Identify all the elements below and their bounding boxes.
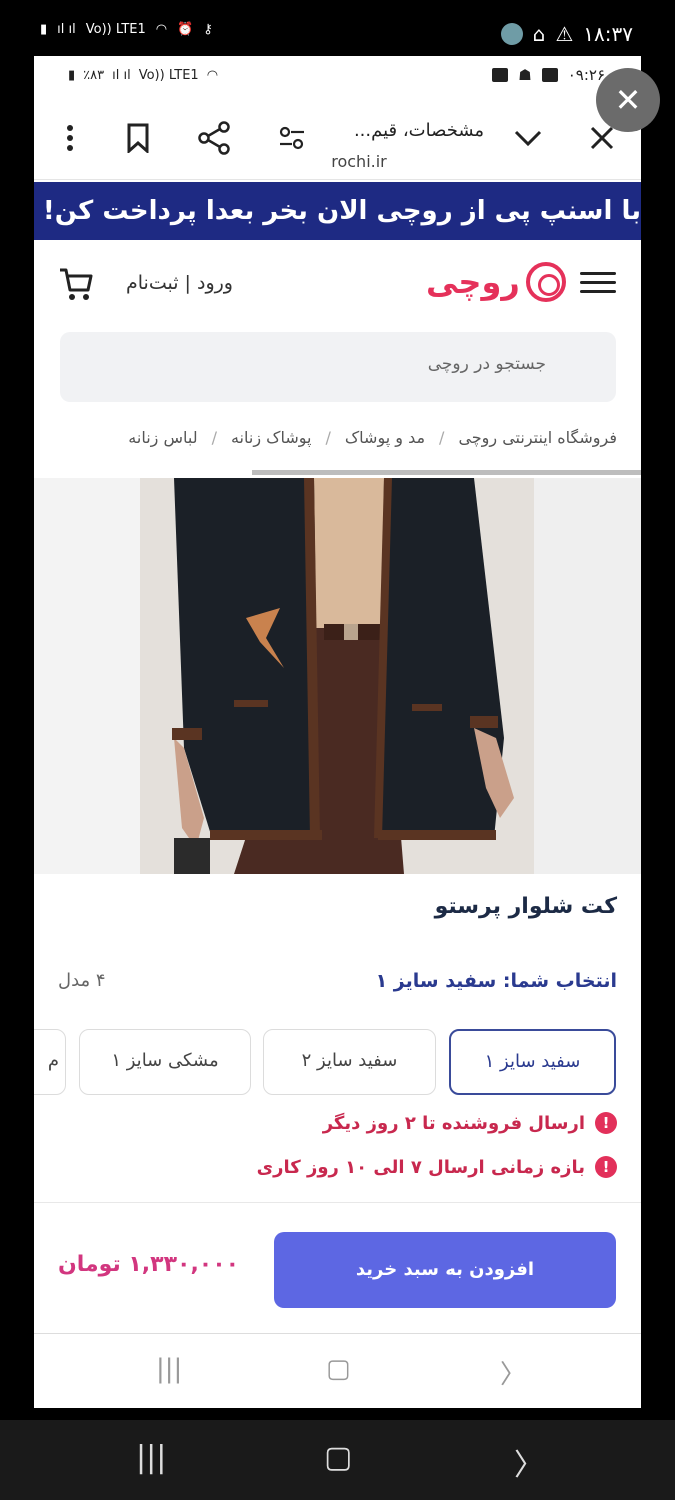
info-alert-icon: ! (595, 1112, 617, 1134)
inner-clock: ۰۹:۲۶ (567, 66, 605, 84)
close-overlay-button[interactable]: ✕ (596, 68, 660, 132)
site-header: روچی ورود | ثبت‌نام (34, 252, 641, 324)
page-settings-button[interactable] (272, 118, 312, 158)
snapchat-icon: ☗ (518, 66, 532, 84)
logo-text: روچی (426, 263, 520, 301)
warning-icon: ⚠ (555, 22, 574, 46)
shipping-window-text: بازه زمانی ارسال ۷ الی ۱۰ روز کاری (256, 1156, 585, 1178)
outer-status-right: ⌂ ⚠ ۱۸:۳۷ (500, 22, 633, 46)
close-icon (590, 126, 614, 150)
selected-variant-label: انتخاب شما: سفید سایز ۱ (375, 970, 617, 992)
recent-apps-button[interactable]: ||| (156, 1354, 182, 1384)
promo-banner[interactable]: با اسنپ پی از روچی الان بخر بعدا پرداخت … (34, 182, 641, 240)
outer-status-bar: ▮ ıl ıl Vo)) LTE1 ◠ ⏰ ⚷ ⌂ ⚠ ۱۸:۳۷ (0, 0, 675, 56)
breadcrumb-item[interactable]: مد و پوشاک (345, 428, 425, 447)
divider (34, 1202, 641, 1203)
network-label: Vo)) LTE1 (85, 22, 146, 37)
kebab-icon (67, 125, 73, 151)
page-title: مشخصات، قیم... (353, 120, 485, 141)
breadcrumb-separator: / (439, 428, 445, 447)
site-logo[interactable]: روچی (426, 262, 566, 302)
variant-option[interactable]: مشکی سایز ۱ (79, 1029, 251, 1095)
inner-status-left: ▮ ٪۸۳ ıl ıl Vo)) LTE1 ◠ (68, 68, 218, 83)
wifi-icon: ◠ (155, 22, 168, 37)
model-count: ۴ مدل (58, 970, 106, 991)
cart-button[interactable] (58, 266, 94, 306)
home-button[interactable]: ▢ (326, 1354, 351, 1384)
alarm-icon: ⏰ (177, 22, 194, 37)
more-menu-button[interactable] (50, 118, 90, 158)
outer-clock: ۱۸:۳۷ (583, 22, 633, 46)
screenshot-frame: ▮ ٪۸۳ ıl ıl Vo)) LTE1 ◠ ☗ ۰۹:۲۶ مشخصات، … (34, 56, 641, 1408)
expand-button[interactable] (508, 118, 548, 158)
info-alert-icon: ! (595, 1156, 617, 1178)
battery-percent: ٪۸۳ (83, 68, 105, 83)
seller-shipping-info: ! ارسال فروشنده تا ۲ روز دیگر (323, 1112, 617, 1134)
inner-status-right: ☗ ۰۹:۲۶ (492, 66, 605, 84)
image-carousel-progress (252, 470, 641, 475)
outer-status-left: ▮ ıl ıl Vo)) LTE1 ◠ ⏰ ⚷ (40, 22, 213, 37)
bookmark-button[interactable] (118, 118, 158, 158)
gallery-icon (541, 68, 558, 82)
shipping-window-info: ! بازه زمانی ارسال ۷ الی ۱۰ روز کاری (257, 1156, 617, 1178)
battery-icon: ▮ (40, 22, 48, 37)
network-label: Vo)) LTE1 (138, 68, 199, 83)
menu-button[interactable] (580, 266, 616, 298)
home-button[interactable]: ▢ (324, 1440, 352, 1475)
variant-option-partial[interactable]: م (34, 1029, 66, 1095)
product-photo-illustration (34, 478, 641, 874)
breadcrumb-separator: / (211, 428, 217, 447)
inner-navigation-bar: ||| ▢ 〉 (34, 1333, 641, 1408)
chevron-down-icon (514, 130, 542, 147)
hamburger-icon-line (580, 272, 616, 275)
login-register-link[interactable]: ورود | ثبت‌نام (126, 272, 233, 294)
outer-navigation-bar: ||| ▢ 〉 (0, 1420, 675, 1500)
close-icon: ✕ (614, 81, 642, 119)
checkbox-icon (492, 68, 509, 82)
mosque-icon: ⌂ (532, 22, 546, 46)
variant-option[interactable]: سفید سایز ۲ (263, 1029, 436, 1095)
recent-apps-button[interactable]: ||| (136, 1440, 166, 1475)
bookmark-icon (127, 123, 149, 153)
share-icon (198, 121, 230, 155)
variant-option-selected[interactable]: سفید سایز ۱ (449, 1029, 616, 1095)
cart-icon (60, 268, 93, 300)
wifi-icon: ◠ (206, 68, 219, 83)
logo-mark-icon (525, 262, 566, 302)
app-notification-icon (500, 23, 523, 45)
product-title: کت شلوار پرستو (434, 894, 617, 919)
signal-icon: ıl ıl (57, 22, 76, 37)
share-button[interactable] (194, 118, 234, 158)
sliders-icon (279, 126, 304, 150)
browser-toolbar: مشخصات، قیم... rochi.ir (34, 96, 641, 180)
search-input[interactable]: جستجو در روچی (60, 332, 616, 402)
back-button[interactable]: 〉 (514, 1440, 544, 1484)
product-price: ۱,۳۳۰,۰۰۰ تومان (58, 1252, 240, 1277)
product-image[interactable] (34, 478, 641, 874)
add-to-cart-button[interactable]: افزودن به سبد خرید (274, 1232, 616, 1308)
back-button[interactable]: 〉 (500, 1354, 526, 1391)
breadcrumb-separator: / (325, 428, 331, 447)
seller-shipping-text: ارسال فروشنده تا ۲ روز دیگر (322, 1112, 585, 1134)
breadcrumb-item[interactable]: پوشاک زنانه (231, 428, 312, 447)
key-icon: ⚷ (203, 22, 213, 37)
page-url[interactable]: rochi.ir (324, 152, 394, 171)
signal-icon: ıl ıl (112, 68, 131, 83)
breadcrumb-item[interactable]: لباس زنانه (128, 428, 197, 447)
battery-icon: ▮ (68, 68, 76, 83)
hamburger-icon-line (580, 290, 616, 293)
search-placeholder: جستجو در روچی (427, 354, 546, 374)
inner-status-bar: ▮ ٪۸۳ ıl ıl Vo)) LTE1 ◠ ☗ ۰۹:۲۶ (34, 56, 641, 96)
breadcrumb: فروشگاه اینترنتی روچی / مد و پوشاک / پوش… (34, 428, 617, 447)
breadcrumb-item[interactable]: فروشگاه اینترنتی روچی (458, 428, 617, 447)
hamburger-icon-line (580, 281, 616, 284)
